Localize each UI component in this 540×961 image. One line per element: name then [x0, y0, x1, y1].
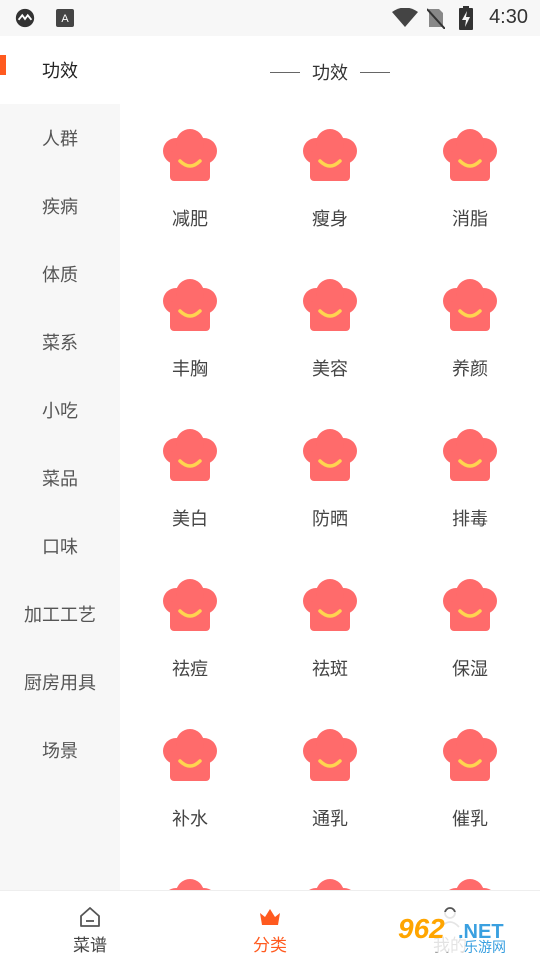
watermark: 962 .NET 乐游网	[394, 908, 536, 956]
chef-hat-icon	[163, 429, 217, 481]
subcategory-label: 补水	[172, 809, 208, 830]
sidebar-item-label: 菜品	[42, 469, 78, 490]
subcategory-label: 美白	[172, 509, 208, 530]
no-sim-icon	[426, 6, 446, 30]
subcategory-item[interactable]: 丰胸	[120, 279, 260, 409]
chef-hat-icon	[449, 879, 491, 890]
sidebar-item-scene[interactable]: 场景	[0, 716, 120, 784]
nav-label: 菜谱	[73, 936, 107, 956]
chef-hat-icon	[443, 279, 497, 331]
status-time: 4:30	[489, 6, 528, 28]
category-sidebar: 功效 人群 疾病 体质 菜系 小吃 菜品 口味 加工工艺 厨房用具 场景	[0, 36, 120, 890]
subcategory-item[interactable]: 防晒	[260, 429, 400, 559]
subcategory-label: 祛痘	[172, 659, 208, 680]
sidebar-item-process[interactable]: 加工工艺	[0, 580, 120, 648]
battery-charging-icon	[458, 6, 474, 30]
subcategory-label: 丰胸	[172, 359, 208, 380]
chef-hat-icon	[303, 129, 357, 181]
sidebar-item-efficacy[interactable]: 功效	[0, 36, 120, 104]
subcategory-label: 通乳	[312, 809, 348, 830]
subcategory-item[interactable]	[260, 879, 400, 890]
chef-hat-icon	[303, 279, 357, 331]
watermark-site: 乐游网	[464, 940, 506, 956]
subcategory-label: 祛斑	[312, 659, 348, 680]
sidebar-item-disease[interactable]: 疾病	[0, 172, 120, 240]
category-content: 功效 减肥 瘦身 消脂丰胸 美容 养颜美白 防晒 排毒祛痘 祛斑 保湿补水 通乳 催乳	[120, 36, 540, 890]
chef-hat-icon	[303, 729, 357, 781]
crown-icon	[260, 909, 280, 925]
subcategory-item[interactable]: 美白	[120, 429, 260, 559]
nav-categories[interactable]: 分类	[180, 891, 360, 961]
watermark-brand: 962	[398, 913, 445, 944]
chef-hat-icon	[443, 129, 497, 181]
title-divider-left	[270, 71, 300, 73]
sidebar-item-kitchenware[interactable]: 厨房用具	[0, 648, 120, 716]
sidebar-item-label: 加工工艺	[24, 605, 96, 626]
sidebar-item-label: 疾病	[42, 197, 78, 218]
subcategory-item[interactable]: 排毒	[400, 429, 540, 559]
subcategory-label: 保湿	[452, 659, 488, 680]
sidebar-item-label: 人群	[42, 129, 78, 150]
chef-hat-icon	[309, 879, 351, 890]
subcategory-label: 养颜	[452, 359, 488, 380]
subcategory-item[interactable]	[400, 879, 540, 890]
status-bar: A 4:30	[0, 0, 540, 36]
subcategory-item[interactable]: 减肥	[120, 129, 260, 259]
chef-hat-icon	[163, 729, 217, 781]
subcategory-item[interactable]: 消脂	[400, 129, 540, 259]
subcategory-item[interactable]: 瘦身	[260, 129, 400, 259]
subcategory-label: 防晒	[312, 509, 348, 530]
section-title-text: 功效	[312, 63, 348, 84]
chef-hat-icon	[443, 729, 497, 781]
chef-hat-icon	[163, 129, 217, 181]
subcategory-label: 催乳	[452, 809, 488, 830]
chef-hat-icon	[443, 579, 497, 631]
sidebar-item-label: 场景	[42, 741, 78, 762]
chef-hat-icon	[303, 579, 357, 631]
sidebar-item-label: 体质	[42, 265, 78, 286]
title-divider-right	[360, 71, 390, 73]
subcategory-item[interactable]: 保湿	[400, 579, 540, 709]
subcategory-label: 消脂	[452, 209, 488, 230]
chef-hat-icon	[163, 279, 217, 331]
sidebar-item-snack[interactable]: 小吃	[0, 376, 120, 444]
sidebar-item-dish[interactable]: 菜品	[0, 444, 120, 512]
subcategory-item[interactable]: 通乳	[260, 729, 400, 859]
sidebar-item-label: 小吃	[42, 401, 78, 422]
subcategory-item[interactable]: 祛痘	[120, 579, 260, 709]
sidebar-item-crowd[interactable]: 人群	[0, 104, 120, 172]
subcategory-item[interactable]: 补水	[120, 729, 260, 859]
section-title: 功效	[120, 54, 540, 90]
subcategory-item[interactable]: 美容	[260, 279, 400, 409]
nav-recipes[interactable]: 菜谱	[0, 891, 180, 961]
chef-hat-icon	[169, 879, 211, 890]
sidebar-item-label: 功效	[42, 61, 78, 82]
sidebar-item-constitution[interactable]: 体质	[0, 240, 120, 308]
wifi-icon	[392, 6, 418, 30]
subcategory-item[interactable]	[120, 879, 260, 890]
nav-label: 分类	[253, 936, 287, 956]
app-logo-icon	[14, 8, 36, 28]
subcategory-label: 减肥	[172, 209, 208, 230]
subcategory-item[interactable]: 催乳	[400, 729, 540, 859]
subcategory-item[interactable]: 养颜	[400, 279, 540, 409]
svg-text:A: A	[61, 13, 69, 25]
sidebar-item-label: 口味	[42, 537, 78, 558]
subcategory-item[interactable]: 祛斑	[260, 579, 400, 709]
home-icon	[80, 907, 100, 927]
subcategory-label: 美容	[312, 359, 348, 380]
subcategory-label: 排毒	[452, 509, 488, 530]
subcategory-label: 瘦身	[312, 209, 348, 230]
chef-hat-icon	[163, 579, 217, 631]
sidebar-item-label: 菜系	[42, 333, 78, 354]
sidebar-item-label: 厨房用具	[24, 673, 96, 694]
chef-hat-icon	[303, 429, 357, 481]
notification-a-icon: A	[54, 8, 76, 28]
sidebar-item-cuisine[interactable]: 菜系	[0, 308, 120, 376]
chef-hat-icon	[443, 429, 497, 481]
active-indicator	[0, 55, 6, 75]
sidebar-item-taste[interactable]: 口味	[0, 512, 120, 580]
